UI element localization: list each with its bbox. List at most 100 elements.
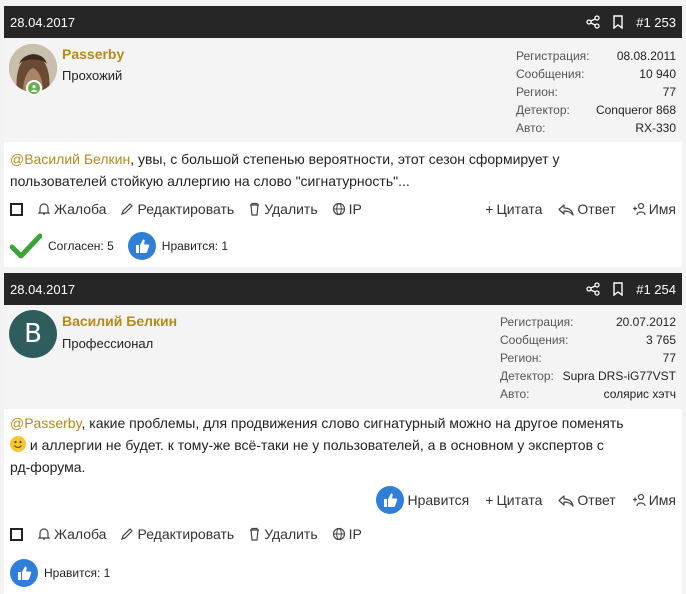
stat-label: Авто: [516, 121, 546, 135]
stat-value: 77 [662, 351, 676, 365]
ip-button[interactable]: IP [332, 526, 362, 542]
stat-value: Conqueror 868 [595, 103, 676, 117]
delete-button[interactable]: Удалить [248, 526, 318, 542]
post-actions: Жалоба Редактировать Удалить IP + Цитата… [4, 197, 682, 221]
bell-icon [37, 203, 51, 215]
post-1254: 28.04.2017 #1 254 B Василий Белкин Профе… [4, 273, 682, 594]
ip-label: IP [348, 526, 362, 542]
stat-label: Сообщения: [500, 333, 569, 347]
thumbs-up-icon [376, 486, 405, 514]
post-1253: 28.04.2017 #1 253 Passerby Прохожий Реги… [4, 6, 682, 267]
like-reaction[interactable]: Нравится: 1 [121, 228, 235, 264]
globe-icon [332, 527, 345, 541]
post-author-block: B Василий Белкин Профессионал Регистраци… [4, 305, 682, 409]
ip-button[interactable]: IP [332, 201, 362, 217]
quote-button[interactable]: + Цитата [485, 201, 542, 217]
quote-button[interactable]: + Цитата [485, 492, 542, 508]
stat-label: Регистрация: [500, 315, 574, 329]
edit-button[interactable]: Редактировать [120, 526, 234, 542]
reply-label: Ответ [577, 201, 616, 217]
delete-button[interactable]: Удалить [248, 201, 318, 217]
avatar[interactable]: B [9, 310, 57, 358]
stat-label: Детектор: [500, 369, 554, 383]
mention-link[interactable]: @Passerby [10, 415, 82, 431]
user-title: Профессионал [62, 336, 154, 351]
share-icon[interactable] [586, 15, 600, 29]
checkmark-icon [10, 233, 42, 259]
online-status-icon [26, 80, 42, 96]
post-header: 28.04.2017 #1 253 [4, 6, 682, 38]
bookmark-icon[interactable] [612, 15, 624, 29]
ip-label: IP [348, 201, 362, 217]
user-stats: Регистрация: 08.08.2011 Сообщения: 10 940 … [516, 47, 676, 137]
name-label: Имя [648, 492, 676, 508]
stat-label: Регион: [500, 351, 542, 365]
report-label: Жалоба [54, 201, 107, 217]
post-number-link[interactable]: #1 254 [636, 282, 676, 297]
post-message: @Василий Белкин, увы, с большой степенью… [4, 148, 682, 192]
quote-label: Цитата [496, 201, 543, 217]
reply-button[interactable]: Ответ [558, 492, 616, 508]
stat-value: Supra DRS-iG77VST [562, 369, 676, 383]
stat-label: Сообщения: [516, 67, 585, 81]
report-button[interactable]: Жалоба [37, 526, 106, 542]
like-count: Нравится: 1 [161, 239, 229, 253]
smiley-icon [10, 436, 26, 452]
post-date: 28.04.2017 [10, 281, 76, 297]
bookmark-icon[interactable] [612, 282, 624, 296]
reply-icon [558, 203, 574, 216]
user-plus-icon [632, 493, 646, 507]
pencil-icon [121, 528, 134, 540]
globe-icon [332, 202, 345, 216]
quote-label: Цитата [496, 492, 543, 508]
select-checkbox[interactable] [10, 202, 23, 216]
post-number-link[interactable]: #1 253 [636, 15, 676, 30]
stat-value: 3 765 [645, 333, 676, 347]
select-checkbox[interactable] [10, 527, 23, 541]
username[interactable]: Василий Белкин [62, 313, 177, 329]
agree-count: Согласен: 5 [48, 239, 114, 253]
stat-value: 20.07.2012 [615, 315, 676, 329]
message-text: , какие проблемы, для продвижения слово … [81, 415, 624, 431]
user-title: Прохожий [62, 68, 123, 83]
like-label: Нравится [407, 492, 470, 508]
thumbs-up-icon [127, 232, 156, 260]
post-author-block: Passerby Прохожий Регистрация: 08.08.2011… [4, 38, 682, 142]
username[interactable]: Passerby [62, 46, 124, 62]
report-button[interactable]: Жалоба [37, 201, 106, 217]
share-icon[interactable] [586, 282, 600, 296]
reply-button[interactable]: Ответ [558, 201, 616, 217]
agree-reaction[interactable]: Согласен: 5 [4, 228, 120, 264]
reply-label: Ответ [577, 492, 616, 508]
plus-icon: + [485, 492, 494, 508]
stat-value: 08.08.2011 [616, 49, 676, 63]
plus-icon: + [485, 201, 494, 217]
like-reaction[interactable]: Нравится: 1 [4, 555, 117, 591]
edit-button[interactable]: Редактировать [120, 201, 234, 217]
trash-icon [250, 527, 260, 541]
avatar-letter: B [24, 319, 42, 349]
stat-label: Регистрация: [516, 49, 590, 63]
stat-label: Авто: [500, 387, 530, 401]
post-header: 28.04.2017 #1 254 [4, 273, 682, 305]
message-text: рд-форума. [10, 459, 86, 475]
edit-label: Редактировать [137, 526, 235, 542]
message-text: пользователей стойкую аллергию на слово … [10, 173, 410, 189]
report-label: Жалоба [54, 526, 107, 542]
stat-label: Детектор: [516, 103, 570, 117]
stat-label: Регион: [516, 85, 558, 99]
mention-name-button[interactable]: Имя [632, 201, 676, 217]
mention-name-button[interactable]: Имя [632, 492, 676, 508]
edit-label: Редактировать [137, 201, 235, 217]
message-text: , увы, с большой степенью вероятности, э… [130, 151, 560, 167]
pencil-icon [121, 203, 134, 215]
trash-icon [250, 202, 260, 216]
stat-value: 10 940 [639, 67, 676, 81]
thumbs-up-icon [10, 559, 38, 587]
post-date: 28.04.2017 [10, 14, 76, 30]
bell-icon [37, 528, 51, 540]
like-button[interactable]: Нравится [376, 486, 469, 514]
mention-link[interactable]: @Василий Белкин [10, 151, 130, 167]
delete-label: Удалить [264, 201, 318, 217]
like-count: Нравится: 1 [44, 566, 111, 580]
